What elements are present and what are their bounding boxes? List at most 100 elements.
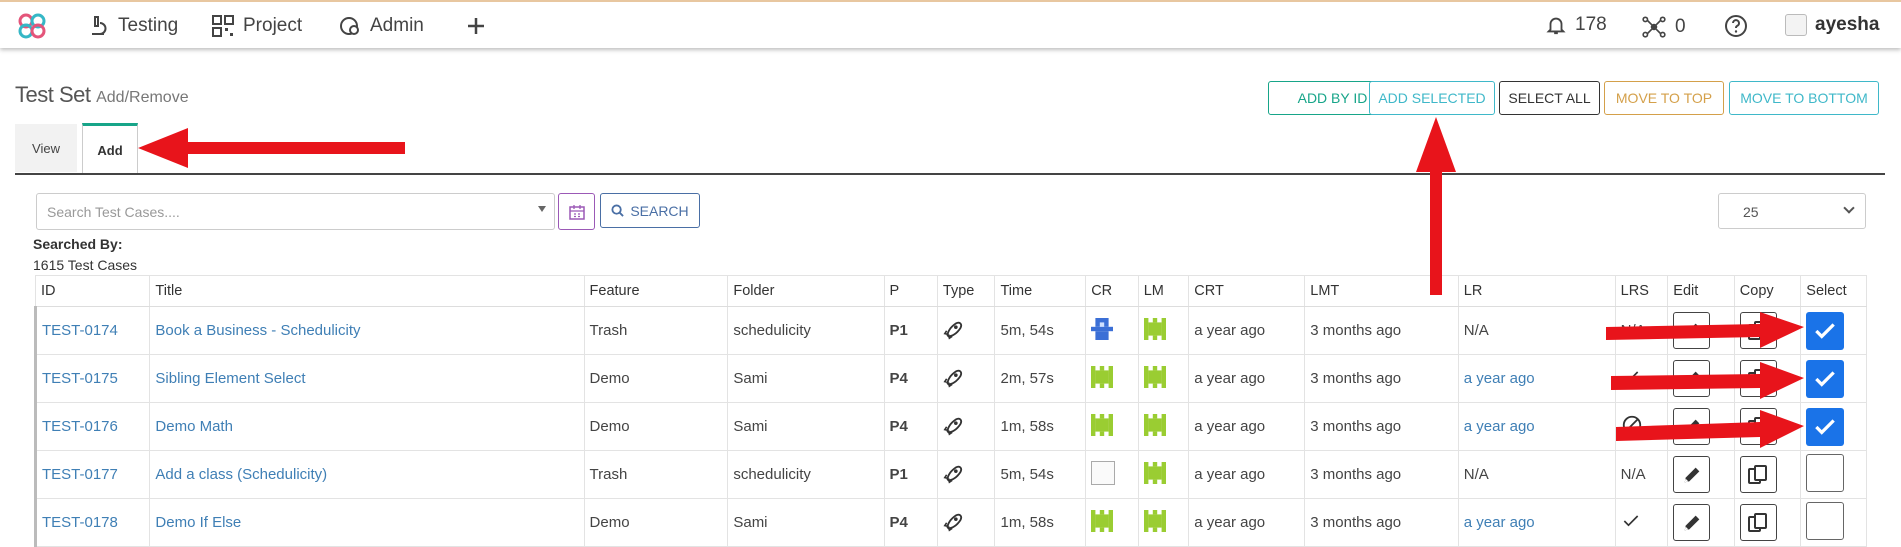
tab-view[interactable]: View <box>15 124 77 172</box>
app-logo[interactable] <box>16 12 48 40</box>
select-checkbox[interactable] <box>1806 453 1845 492</box>
search-input[interactable]: Search Test Cases.... <box>36 193 555 230</box>
nav-admin-label: Admin <box>370 15 424 36</box>
copy-button[interactable] <box>1739 312 1777 349</box>
broken-image-icon <box>1091 460 1116 485</box>
column-header-type[interactable]: Type <box>936 275 996 307</box>
edit-button[interactable] <box>1673 456 1711 493</box>
test-title-link[interactable]: Demo If Else <box>155 514 241 531</box>
column-header-copy[interactable]: Copy <box>1733 275 1802 307</box>
per-page-select[interactable]: 25 <box>1718 193 1866 229</box>
feature-value: Demo <box>589 418 630 435</box>
test-case-count: 1615 Test Cases <box>33 257 138 273</box>
add-selected-button[interactable]: ADD SELECTED <box>1369 81 1495 115</box>
select-checkbox[interactable] <box>1806 407 1845 446</box>
folder-value: schedulicity <box>733 322 811 339</box>
select-checkbox[interactable] <box>1806 501 1845 540</box>
edit-button[interactable] <box>1673 408 1711 445</box>
search-icon <box>611 204 625 217</box>
last-run-value[interactable]: a year ago <box>1464 514 1535 531</box>
test-cases-table: ID Title Feature Folder P Type Time CR LM CRT LMT L… <box>33 275 1867 547</box>
move-to-bottom-button[interactable]: MOVE TO BOTTOM <box>1729 81 1879 115</box>
search-placeholder: Search Test Cases.... <box>47 204 180 220</box>
column-header-lmt[interactable]: LMT <box>1304 275 1459 307</box>
feature-value: Trash <box>589 466 628 483</box>
copy-icon <box>1748 416 1768 436</box>
select-checkbox[interactable] <box>1806 311 1845 350</box>
column-header-feature[interactable]: Feature <box>583 275 729 307</box>
table-row: TEST-0175 Sibling Element Select Demo Sami P… <box>33 354 1867 403</box>
plus-icon <box>468 18 484 34</box>
table-row: TEST-0177 Add a class (Schedulicity) Trash… <box>33 450 1867 499</box>
test-title-link[interactable]: Demo Math <box>155 418 233 435</box>
column-header-crt[interactable]: CRT <box>1188 275 1306 307</box>
test-title-link[interactable]: Add a class (Schedulicity) <box>155 466 327 483</box>
column-header-lr[interactable]: LR <box>1457 275 1616 307</box>
column-header-edit[interactable]: Edit <box>1667 275 1735 307</box>
calendar-button[interactable] <box>558 193 595 230</box>
network-icon <box>1642 16 1666 38</box>
edit-button[interactable] <box>1673 360 1711 397</box>
calendar-icon <box>568 204 585 220</box>
select-checkbox[interactable] <box>1806 359 1845 398</box>
last-run-value[interactable]: a year ago <box>1464 418 1535 435</box>
copy-button[interactable] <box>1739 408 1777 445</box>
arrow-to-add-selected <box>1416 117 1456 295</box>
blocked-icon <box>1622 415 1641 434</box>
help-button[interactable] <box>1724 14 1748 38</box>
searched-by-label: Searched By: <box>33 236 123 252</box>
creator-avatar <box>1091 317 1114 340</box>
move-to-top-button[interactable]: MOVE TO TOP <box>1604 81 1724 115</box>
table-row: TEST-0174 Book a Business - Schedulicity T… <box>33 306 1867 355</box>
priority-value: P4 <box>889 418 908 435</box>
pencil-icon <box>1684 419 1700 434</box>
test-title-link[interactable]: Book a Business - Schedulicity <box>155 322 360 339</box>
nav-admin[interactable]: Admin <box>338 14 424 38</box>
user-menu[interactable]: ayesha <box>1785 14 1879 36</box>
column-header-lrs[interactable]: LRS <box>1614 275 1669 307</box>
test-id-link[interactable]: TEST-0174 <box>42 322 118 339</box>
tab-add[interactable]: Add <box>82 123 138 175</box>
test-id-link[interactable]: TEST-0176 <box>42 418 118 435</box>
copy-button[interactable] <box>1739 360 1777 397</box>
test-title-link[interactable]: Sibling Element Select <box>155 370 305 387</box>
notifications-button[interactable]: 178 <box>1545 14 1607 36</box>
rocket-icon <box>943 321 962 340</box>
lmt-value: 3 months ago <box>1310 466 1402 483</box>
add-new-button[interactable] <box>464 14 488 38</box>
modifier-avatar <box>1143 509 1166 532</box>
column-header-p[interactable]: P <box>883 275 938 307</box>
edit-button[interactable] <box>1673 312 1711 349</box>
creator-avatar <box>1091 413 1114 436</box>
column-header-folder[interactable]: Folder <box>727 275 885 307</box>
lmt-value: 3 months ago <box>1310 514 1402 531</box>
network-button[interactable]: 0 <box>1641 14 1686 40</box>
lmt-value: 3 months ago <box>1310 322 1402 339</box>
copy-icon <box>1748 368 1768 388</box>
caret-down-icon[interactable] <box>538 206 546 212</box>
nav-project[interactable]: Project <box>211 14 302 38</box>
search-button[interactable]: SEARCH <box>600 193 700 228</box>
nav-testing[interactable]: Testing <box>86 14 178 38</box>
select-all-button[interactable]: SELECT ALL <box>1499 81 1600 115</box>
folder-value: schedulicity <box>733 466 811 483</box>
lrs-value: N/A <box>1620 322 1646 339</box>
column-header-id[interactable]: ID <box>34 275 151 307</box>
last-run-value[interactable]: a year ago <box>1464 370 1535 387</box>
copy-button[interactable] <box>1739 456 1777 493</box>
test-id-link[interactable]: TEST-0178 <box>42 514 118 531</box>
time-value: 2m, 57s <box>1000 370 1054 387</box>
check-icon <box>1623 514 1638 526</box>
help-icon <box>1725 15 1747 37</box>
column-header-cr[interactable]: CR <box>1085 275 1139 307</box>
column-header-time[interactable]: Time <box>994 275 1087 307</box>
copy-button[interactable] <box>1739 504 1777 541</box>
column-header-select[interactable]: Select <box>1800 275 1867 307</box>
column-header-title[interactable]: Title <box>149 275 585 307</box>
crt-value: a year ago <box>1194 466 1266 483</box>
column-header-lm[interactable]: LM <box>1137 275 1190 307</box>
modifier-avatar <box>1143 317 1166 340</box>
test-id-link[interactable]: TEST-0175 <box>42 370 118 387</box>
edit-button[interactable] <box>1673 504 1711 541</box>
test-id-link[interactable]: TEST-0177 <box>42 466 118 483</box>
